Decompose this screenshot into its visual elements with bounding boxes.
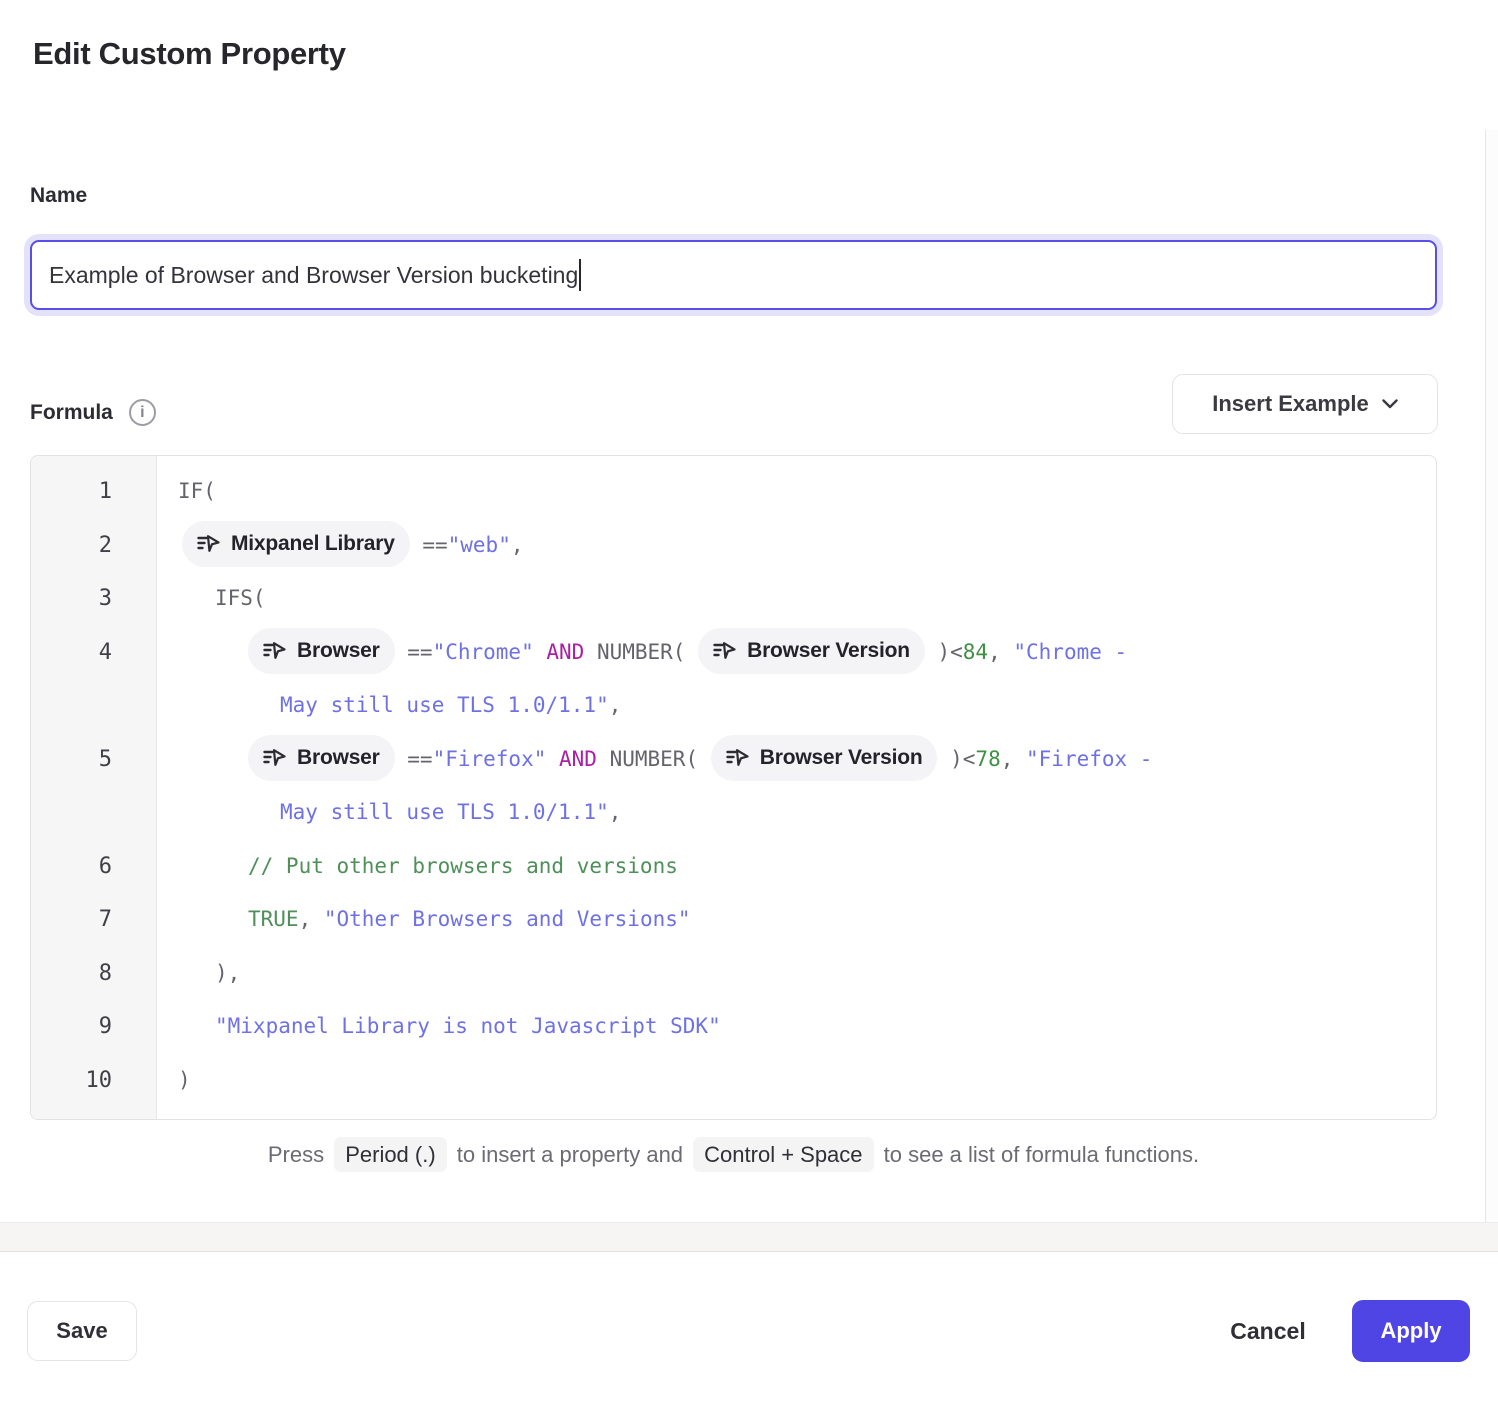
code-line[interactable]: ) (178, 1054, 1418, 1108)
property-chip[interactable]: Browser (248, 735, 395, 781)
hint-text: to see a list of formula functions. (878, 1142, 1200, 1167)
property-chip-label: Browser (297, 624, 380, 678)
event-property-icon (713, 641, 736, 661)
cancel-button[interactable]: Cancel (1203, 1301, 1333, 1361)
code-token: == (410, 533, 448, 557)
code-token: ), (215, 961, 240, 985)
page-title: Edit Custom Property (33, 36, 346, 72)
line-number: 1 (31, 465, 156, 519)
property-chip[interactable]: Browser Version (711, 735, 938, 781)
line-number: 6 (31, 840, 156, 894)
apply-button[interactable]: Apply (1352, 1300, 1470, 1362)
code-line[interactable]: May still use TLS 1.0/1.1", (178, 786, 1418, 840)
code-token: "Chrome - (1013, 640, 1127, 664)
code-token: NUMBER( (610, 747, 711, 771)
code-token: , (1001, 747, 1026, 771)
line-number: 5 (31, 733, 156, 787)
code-token: TRUE (248, 907, 299, 931)
name-label: Name (30, 184, 87, 208)
hint-text: to insert a property and (451, 1142, 689, 1167)
code-token: , (609, 693, 622, 717)
property-chip[interactable]: Browser Version (698, 628, 925, 674)
editor-gutter: 1234 5 678910 (31, 456, 157, 1119)
code-token: AND (546, 747, 609, 771)
code-token: AND (534, 640, 597, 664)
property-chip-label: Mixpanel Library (231, 517, 395, 571)
code-line[interactable]: Browser =="Firefox" AND NUMBER( Browser … (178, 733, 1418, 787)
property-chip-label: Browser Version (760, 731, 923, 785)
code-token: 78 (975, 747, 1000, 771)
code-line[interactable]: "Mixpanel Library is not Javascript SDK" (178, 1000, 1418, 1054)
line-number: 2 (31, 519, 156, 573)
name-input-value: Example of Browser and Browser Version b… (49, 262, 578, 289)
line-number: 4 (31, 626, 156, 680)
editor-code[interactable]: IF(Mixpanel Library =="web",IFS(Browser … (157, 456, 1436, 1119)
content-footer-divider (0, 1222, 1498, 1252)
line-number: 9 (31, 1000, 156, 1054)
event-property-icon (263, 641, 286, 661)
code-token: "Chrome" (433, 640, 534, 664)
scrollbar-track[interactable] (1485, 130, 1498, 1222)
insert-example-button[interactable]: Insert Example (1172, 374, 1438, 434)
formula-label: Formula (30, 401, 113, 425)
code-line[interactable]: Mixpanel Library =="web", (178, 519, 1418, 573)
text-caret (579, 259, 581, 291)
event-property-icon (197, 534, 220, 554)
code-token: , (609, 800, 622, 824)
code-line[interactable]: May still use TLS 1.0/1.1", (178, 679, 1418, 733)
line-number (31, 786, 156, 840)
event-property-icon (726, 748, 749, 768)
code-token: , (511, 533, 524, 557)
info-icon[interactable]: i (129, 399, 156, 426)
save-button[interactable]: Save (27, 1301, 137, 1361)
code-token: )< (937, 747, 975, 771)
formula-editor[interactable]: 12345678910 IF(Mixpanel Library =="web",… (30, 455, 1437, 1120)
property-chip-label: Browser (297, 731, 380, 785)
code-token: == (395, 640, 433, 664)
code-line[interactable]: IFS( (178, 572, 1418, 626)
code-token: IF( (178, 479, 216, 503)
event-property-icon (263, 748, 286, 768)
insert-example-label: Insert Example (1212, 391, 1369, 417)
code-token: May still use TLS 1.0/1.1" (280, 800, 609, 824)
line-number: 7 (31, 893, 156, 947)
editor-hint: Press Period (.) to insert a property an… (30, 1134, 1437, 1176)
code-token: "Other Browsers and Versions" (324, 907, 691, 931)
edit-custom-property-dialog: Edit Custom Property Name Example of Bro… (0, 0, 1498, 1402)
code-token: , (988, 640, 1013, 664)
property-chip[interactable]: Mixpanel Library (182, 521, 410, 567)
code-token: "Firefox" (433, 747, 547, 771)
code-line[interactable]: // Put other browsers and versions (178, 840, 1418, 894)
line-number: 3 (31, 572, 156, 626)
code-token: "web" (448, 533, 511, 557)
code-token: )< (925, 640, 963, 664)
kbd-chip: Control + Space (693, 1137, 873, 1172)
code-line[interactable]: TRUE, "Other Browsers and Versions" (178, 893, 1418, 947)
code-token: 84 (963, 640, 988, 664)
line-number (31, 679, 156, 733)
code-token: == (395, 747, 433, 771)
code-line[interactable]: ), (178, 947, 1418, 1001)
code-line[interactable]: IF( (178, 465, 1418, 519)
code-token: // Put other browsers and versions (248, 854, 678, 878)
hint-text: Press (268, 1142, 330, 1167)
code-token: "Firefox - (1026, 747, 1152, 771)
line-number: 8 (31, 947, 156, 1001)
code-token: , (299, 907, 324, 931)
kbd-chip: Period (.) (334, 1137, 446, 1172)
code-line[interactable]: Browser =="Chrome" AND NUMBER( Browser V… (178, 626, 1418, 680)
code-token: IFS( (215, 586, 266, 610)
property-chip[interactable]: Browser (248, 628, 395, 674)
property-chip-label: Browser Version (747, 624, 910, 678)
code-token: ) (178, 1068, 191, 1092)
code-token: "Mixpanel Library is not Javascript SDK" (215, 1014, 721, 1038)
chevron-down-icon (1382, 399, 1398, 409)
code-token: NUMBER( (597, 640, 698, 664)
code-token: May still use TLS 1.0/1.1" (280, 693, 609, 717)
formula-header: Formula i (30, 399, 156, 426)
name-input[interactable]: Example of Browser and Browser Version b… (30, 240, 1437, 310)
line-number: 10 (31, 1054, 156, 1108)
